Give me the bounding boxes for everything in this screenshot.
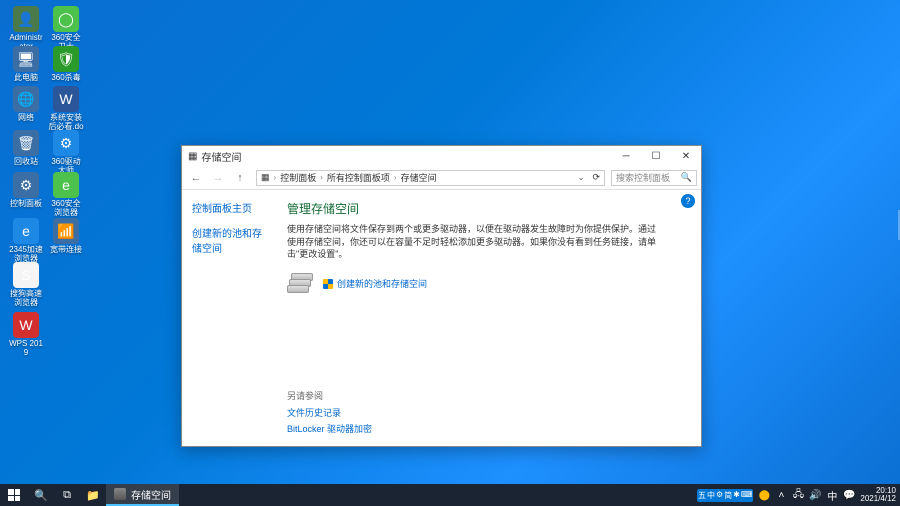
back-button[interactable]: ← — [186, 169, 206, 187]
create-pool-link[interactable]: 创建新的池和存储空间 — [323, 277, 427, 290]
nav-bar: ← → ↑ ▦ › 控制面板 › 所有控制面板项 › 存储空间 ⌄ ⟳ 搜索控制… — [182, 166, 701, 190]
tray-up-icon[interactable]: ˄ — [775, 489, 787, 501]
sidebar-home-link[interactable]: 控制面板主页 — [192, 200, 267, 215]
desktop-icon[interactable]: 📶宽带连接 — [48, 218, 84, 255]
explorer-button[interactable]: 📁 — [80, 484, 106, 506]
breadcrumb-item[interactable]: 控制面板 — [280, 171, 316, 184]
search-button[interactable]: 🔍 — [28, 484, 54, 506]
create-action: 创建新的池和存储空间 — [287, 273, 661, 295]
up-button[interactable]: ↑ — [230, 169, 250, 187]
breadcrumb-item[interactable]: 存储空间 — [401, 171, 437, 184]
related-file-history[interactable]: 文件历史记录 — [287, 406, 372, 419]
title-bar: ▦ 存储空间 ─ ☐ ✕ — [182, 146, 701, 166]
date-label: 2021/4/12 — [860, 495, 896, 503]
start-button[interactable] — [0, 484, 28, 506]
forward-button: → — [208, 169, 228, 187]
clock[interactable]: 20:10 2021/4/12 — [860, 487, 896, 503]
desktop-icon[interactable]: S搜狗高速浏览器 — [8, 262, 44, 308]
breadcrumb-item[interactable]: 所有控制面板项 — [327, 171, 390, 184]
minimize-button[interactable]: ─ — [611, 146, 641, 166]
system-tray: 五中⚙简✱⌨ ⬤ ˄ 🖧 🔊 中 💬 20:10 2021/4/12 — [697, 487, 900, 503]
desktop-icon[interactable]: e360安全浏览器 — [48, 172, 84, 218]
tray-notification-icon[interactable]: 💬 — [843, 489, 855, 501]
ime-bar[interactable]: 五中⚙简✱⌨ — [697, 489, 753, 502]
taskbar: 🔍 ⧉ 📁 存储空间 五中⚙简✱⌨ ⬤ ˄ 🖧 🔊 中 💬 20:10 2021… — [0, 484, 900, 506]
desktop-icon[interactable]: 🗑回收站 — [8, 130, 44, 167]
window-body: 控制面板主页 创建新的池和存储空间 ? 管理存储空间 使用存储空间将文件保存到两… — [182, 190, 701, 446]
page-description: 使用存储空间将文件保存到两个或更多驱动器，以便在驱动器发生故障时为你提供保护。通… — [287, 223, 661, 261]
dropdown-icon[interactable]: ⌄ — [578, 173, 585, 182]
related-bitlocker[interactable]: BitLocker 驱动器加密 — [287, 422, 372, 435]
breadcrumb-bar[interactable]: ▦ › 控制面板 › 所有控制面板项 › 存储空间 ⌄ ⟳ — [256, 170, 605, 186]
sidebar: 控制面板主页 创建新的池和存储空间 — [182, 190, 277, 446]
chevron-right-icon: › — [274, 173, 277, 182]
uac-shield-icon — [323, 279, 333, 289]
tray-security-icon[interactable]: ⬤ — [758, 489, 770, 501]
main-content: ? 管理存储空间 使用存储空间将文件保存到两个或更多驱动器，以便在驱动器发生故障… — [277, 190, 701, 446]
page-heading: 管理存储空间 — [287, 200, 661, 217]
window-title: 存储空间 — [201, 149, 241, 164]
storage-icon — [114, 488, 126, 500]
tray-volume-icon[interactable]: 🔊 — [809, 489, 821, 501]
chevron-right-icon: › — [394, 173, 397, 182]
close-button[interactable]: ✕ — [671, 146, 701, 166]
folder-icon: ▦ — [261, 172, 270, 183]
chevron-right-icon: › — [320, 173, 323, 182]
search-placeholder: 搜索控制面板 — [616, 171, 670, 184]
desktop-icon[interactable]: WWPS 2019 — [8, 312, 44, 358]
desktop-icon[interactable]: 🌐网络 — [8, 86, 44, 123]
tray-network-icon[interactable]: 🖧 — [792, 489, 804, 501]
desktop-icon[interactable]: 🛡360杀毒 — [48, 46, 84, 83]
search-icon: 🔍 — [681, 172, 692, 183]
taskbar-label: 存储空间 — [131, 487, 171, 502]
desktop-icon[interactable]: e2345加速浏览器 — [8, 218, 44, 264]
create-link-label: 创建新的池和存储空间 — [337, 277, 427, 290]
drives-icon — [287, 273, 315, 295]
refresh-icon[interactable]: ⟳ — [592, 172, 600, 183]
storage-icon: ▦ — [188, 151, 197, 162]
related-header: 另请参阅 — [287, 389, 372, 402]
tray-lang-icon[interactable]: 中 — [826, 489, 838, 501]
related-links: 另请参阅 文件历史记录 BitLocker 驱动器加密 — [287, 389, 372, 438]
sidebar-create-link[interactable]: 创建新的池和存储空间 — [192, 225, 267, 255]
desktop-icon[interactable]: 👤Administrator — [8, 6, 44, 52]
taskbar-active-window[interactable]: 存储空间 — [106, 484, 179, 506]
search-input[interactable]: 搜索控制面板 🔍 — [611, 170, 697, 186]
help-button[interactable]: ? — [681, 194, 695, 208]
maximize-button[interactable]: ☐ — [641, 146, 671, 166]
desktop-icon[interactable]: ⚙360驱动大师 — [48, 130, 84, 176]
task-view-button[interactable]: ⧉ — [54, 484, 80, 506]
desktop-icon[interactable]: ◯360安全卫士 — [48, 6, 84, 52]
control-panel-window: ▦ 存储空间 ─ ☐ ✕ ← → ↑ ▦ › 控制面板 › 所有控制面板项 › … — [181, 145, 702, 447]
desktop-icon[interactable]: 🖥此电脑 — [8, 46, 44, 83]
desktop-icon[interactable]: ⚙控制面板 — [8, 172, 44, 209]
